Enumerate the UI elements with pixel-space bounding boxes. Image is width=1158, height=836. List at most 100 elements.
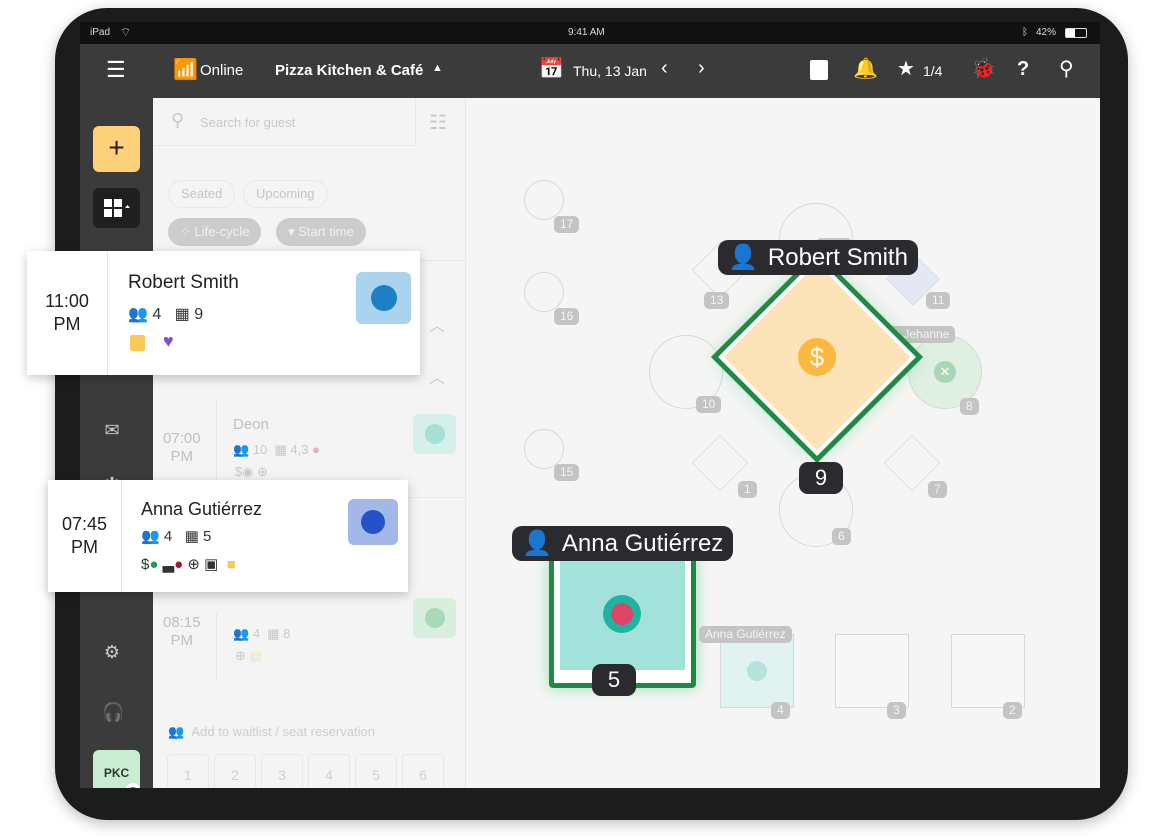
table-label: 16 bbox=[554, 308, 580, 325]
reservation-list: ⚲ Search for guest ☷ Seated Upcoming ⁘ L… bbox=[153, 98, 466, 788]
connection-status[interactable]: Online bbox=[200, 62, 243, 79]
floor-plan: 17 16 15 13 diner 11 10 ✕ Maria Jehanne … bbox=[466, 98, 1100, 788]
row-guests: 👥 10 ▦ 4,3 ● bbox=[233, 442, 320, 457]
row-ampm: PM bbox=[170, 448, 194, 465]
party-size-2[interactable]: 2 bbox=[214, 754, 256, 788]
chevron-right-icon[interactable]: › bbox=[698, 58, 705, 78]
help-icon[interactable]: ? bbox=[1017, 59, 1029, 79]
card-ampm: PM bbox=[53, 314, 81, 334]
table-label: 4 bbox=[771, 702, 790, 719]
wifi-icon: 📶 bbox=[173, 59, 198, 81]
card-tags: $● ▃● ⊕ ▣ ■ bbox=[141, 556, 236, 573]
linked-tables-icon bbox=[603, 595, 641, 633]
notes-icon[interactable] bbox=[810, 60, 828, 80]
lifecycle-label: Life-cycle bbox=[194, 224, 250, 239]
sidebar: ☰ + 👥 ✉ ✻ ⚙ 🎧 PKC ▼ bbox=[80, 44, 153, 788]
guest-count: 4 bbox=[252, 626, 261, 641]
add-waitlist-button[interactable]: 👥 Add to waitlist / seat reservation bbox=[168, 724, 375, 740]
status-dining-icon[interactable] bbox=[413, 598, 456, 638]
selected-guest-label: 👤 Robert Smith bbox=[718, 240, 918, 275]
row-icons: $◉ ⊕ bbox=[235, 464, 269, 479]
table-label: 7 bbox=[928, 481, 947, 498]
card-guest-name: Anna Gutiérrez bbox=[141, 499, 263, 519]
note-icon bbox=[130, 335, 145, 351]
table-label: 3 bbox=[887, 702, 906, 719]
guest-count: 4 bbox=[152, 306, 162, 323]
reservation-card-anna[interactable]: 07:45 PM Anna Gutiérrez 👥 4 ▦ 5 $● ▃● ⊕ ▣… bbox=[48, 480, 408, 592]
chevron-up-icon[interactable]: ︿ bbox=[429, 364, 445, 388]
add-button[interactable]: + bbox=[93, 126, 140, 172]
party-size-5[interactable]: 5 bbox=[355, 754, 397, 788]
checked-in-icon bbox=[370, 285, 397, 311]
list-item[interactable]: 08:15 PM 👥 4 ▦ 8 ⊕ ▤ bbox=[153, 598, 466, 682]
headset-icon[interactable]: 🎧 bbox=[102, 702, 124, 723]
menu-icon[interactable]: ☰ bbox=[106, 59, 126, 81]
row-guests: 👥 4 ▦ 8 bbox=[233, 626, 291, 641]
table-label: 6 bbox=[832, 528, 851, 545]
date-label[interactable]: Thu, 13 Jan bbox=[573, 63, 647, 79]
card-guest-name: Robert Smith bbox=[128, 272, 239, 293]
table-label: 10 bbox=[696, 396, 722, 413]
person-icon: 👤 bbox=[522, 530, 552, 557]
start-time-sort[interactable]: ▾ Start time bbox=[276, 218, 366, 246]
card-time: 11:00 bbox=[45, 291, 89, 311]
chevron-left-icon[interactable]: ‹ bbox=[661, 58, 668, 78]
status-button[interactable] bbox=[348, 499, 398, 545]
battery-percent: 42% bbox=[1036, 27, 1057, 38]
venue-avatar[interactable]: PKC ▼ bbox=[93, 750, 140, 788]
calendar-icon[interactable]: 📅 bbox=[539, 59, 564, 79]
row-time: 08:15 bbox=[163, 614, 201, 631]
served-icon bbox=[747, 661, 767, 681]
reservation-card-robert[interactable]: 11:00 PM Robert Smith 👥 4 ▦ 9 ♥ bbox=[27, 251, 420, 375]
lifecycle-filter[interactable]: ⁘ Life-cycle bbox=[168, 218, 262, 246]
table-17[interactable] bbox=[524, 180, 564, 220]
floorplan-view-button[interactable] bbox=[93, 188, 140, 228]
chip-upcoming[interactable]: Upcoming bbox=[243, 180, 328, 208]
card-details: 👥 4 ▦ 5 bbox=[141, 528, 212, 545]
selected-table-number: 5 bbox=[592, 664, 636, 696]
favorites-count: 1/4 bbox=[923, 63, 943, 79]
chip-seated[interactable]: Seated bbox=[168, 180, 236, 208]
party-size-3[interactable]: 3 bbox=[261, 754, 303, 788]
mail-icon[interactable]: ✉ bbox=[102, 420, 122, 441]
table-number: 9 bbox=[194, 306, 204, 323]
guest-name: Robert Smith bbox=[767, 243, 908, 271]
plus-icon: + bbox=[108, 132, 125, 163]
table-label: 11 bbox=[926, 292, 951, 309]
search-icon[interactable]: ⚲ bbox=[1059, 59, 1074, 79]
chevron-up-icon[interactable]: ︿ bbox=[429, 312, 445, 336]
party-size-4[interactable]: 4 bbox=[308, 754, 350, 788]
table-15[interactable] bbox=[524, 429, 564, 469]
gear-icon[interactable]: ⚙ bbox=[102, 642, 122, 663]
table-4[interactable] bbox=[720, 634, 794, 708]
search-input[interactable]: ⚲ Search for guest bbox=[153, 98, 416, 146]
device-name: iPad bbox=[90, 27, 111, 38]
restaurant-selector[interactable]: Pizza Kitchen & Café bbox=[275, 62, 423, 79]
table-label: 13 bbox=[704, 292, 730, 309]
status-button[interactable] bbox=[356, 272, 411, 324]
waitlist-label: Add to waitlist / seat reservation bbox=[191, 724, 375, 739]
wifi-status-icon: ⌔ bbox=[120, 25, 132, 39]
heart-icon: ♥ bbox=[163, 331, 174, 351]
bell-icon[interactable]: 🔔 bbox=[853, 59, 878, 79]
bug-icon[interactable]: 🐞 bbox=[971, 59, 996, 79]
table-2[interactable] bbox=[951, 634, 1025, 708]
person-icon: 👤 bbox=[728, 244, 758, 271]
party-size-picker: 1 2 3 4 5 6 bbox=[167, 754, 444, 788]
guest-name: Anna Gutiérrez bbox=[561, 529, 724, 557]
table-numbers: 8 bbox=[283, 626, 291, 641]
caret-up-icon[interactable]: ▲ bbox=[432, 62, 443, 74]
table-label: 8 bbox=[960, 398, 979, 415]
table-16[interactable] bbox=[524, 272, 564, 312]
card-time: 07:45 bbox=[61, 514, 108, 534]
table-label: 15 bbox=[554, 464, 580, 481]
status-served-icon[interactable] bbox=[413, 414, 456, 454]
row-time: 07:00 bbox=[163, 430, 201, 447]
party-size-1[interactable]: 1 bbox=[167, 754, 209, 788]
party-size-6[interactable]: 6 bbox=[402, 754, 444, 788]
filter-settings-icon[interactable]: ☷ bbox=[429, 110, 447, 135]
table-3[interactable] bbox=[835, 634, 909, 708]
selected-table-number: 9 bbox=[799, 462, 843, 494]
star-icon[interactable]: ★ bbox=[897, 59, 915, 79]
guest-label: Anna Gutiérrez bbox=[699, 626, 792, 643]
